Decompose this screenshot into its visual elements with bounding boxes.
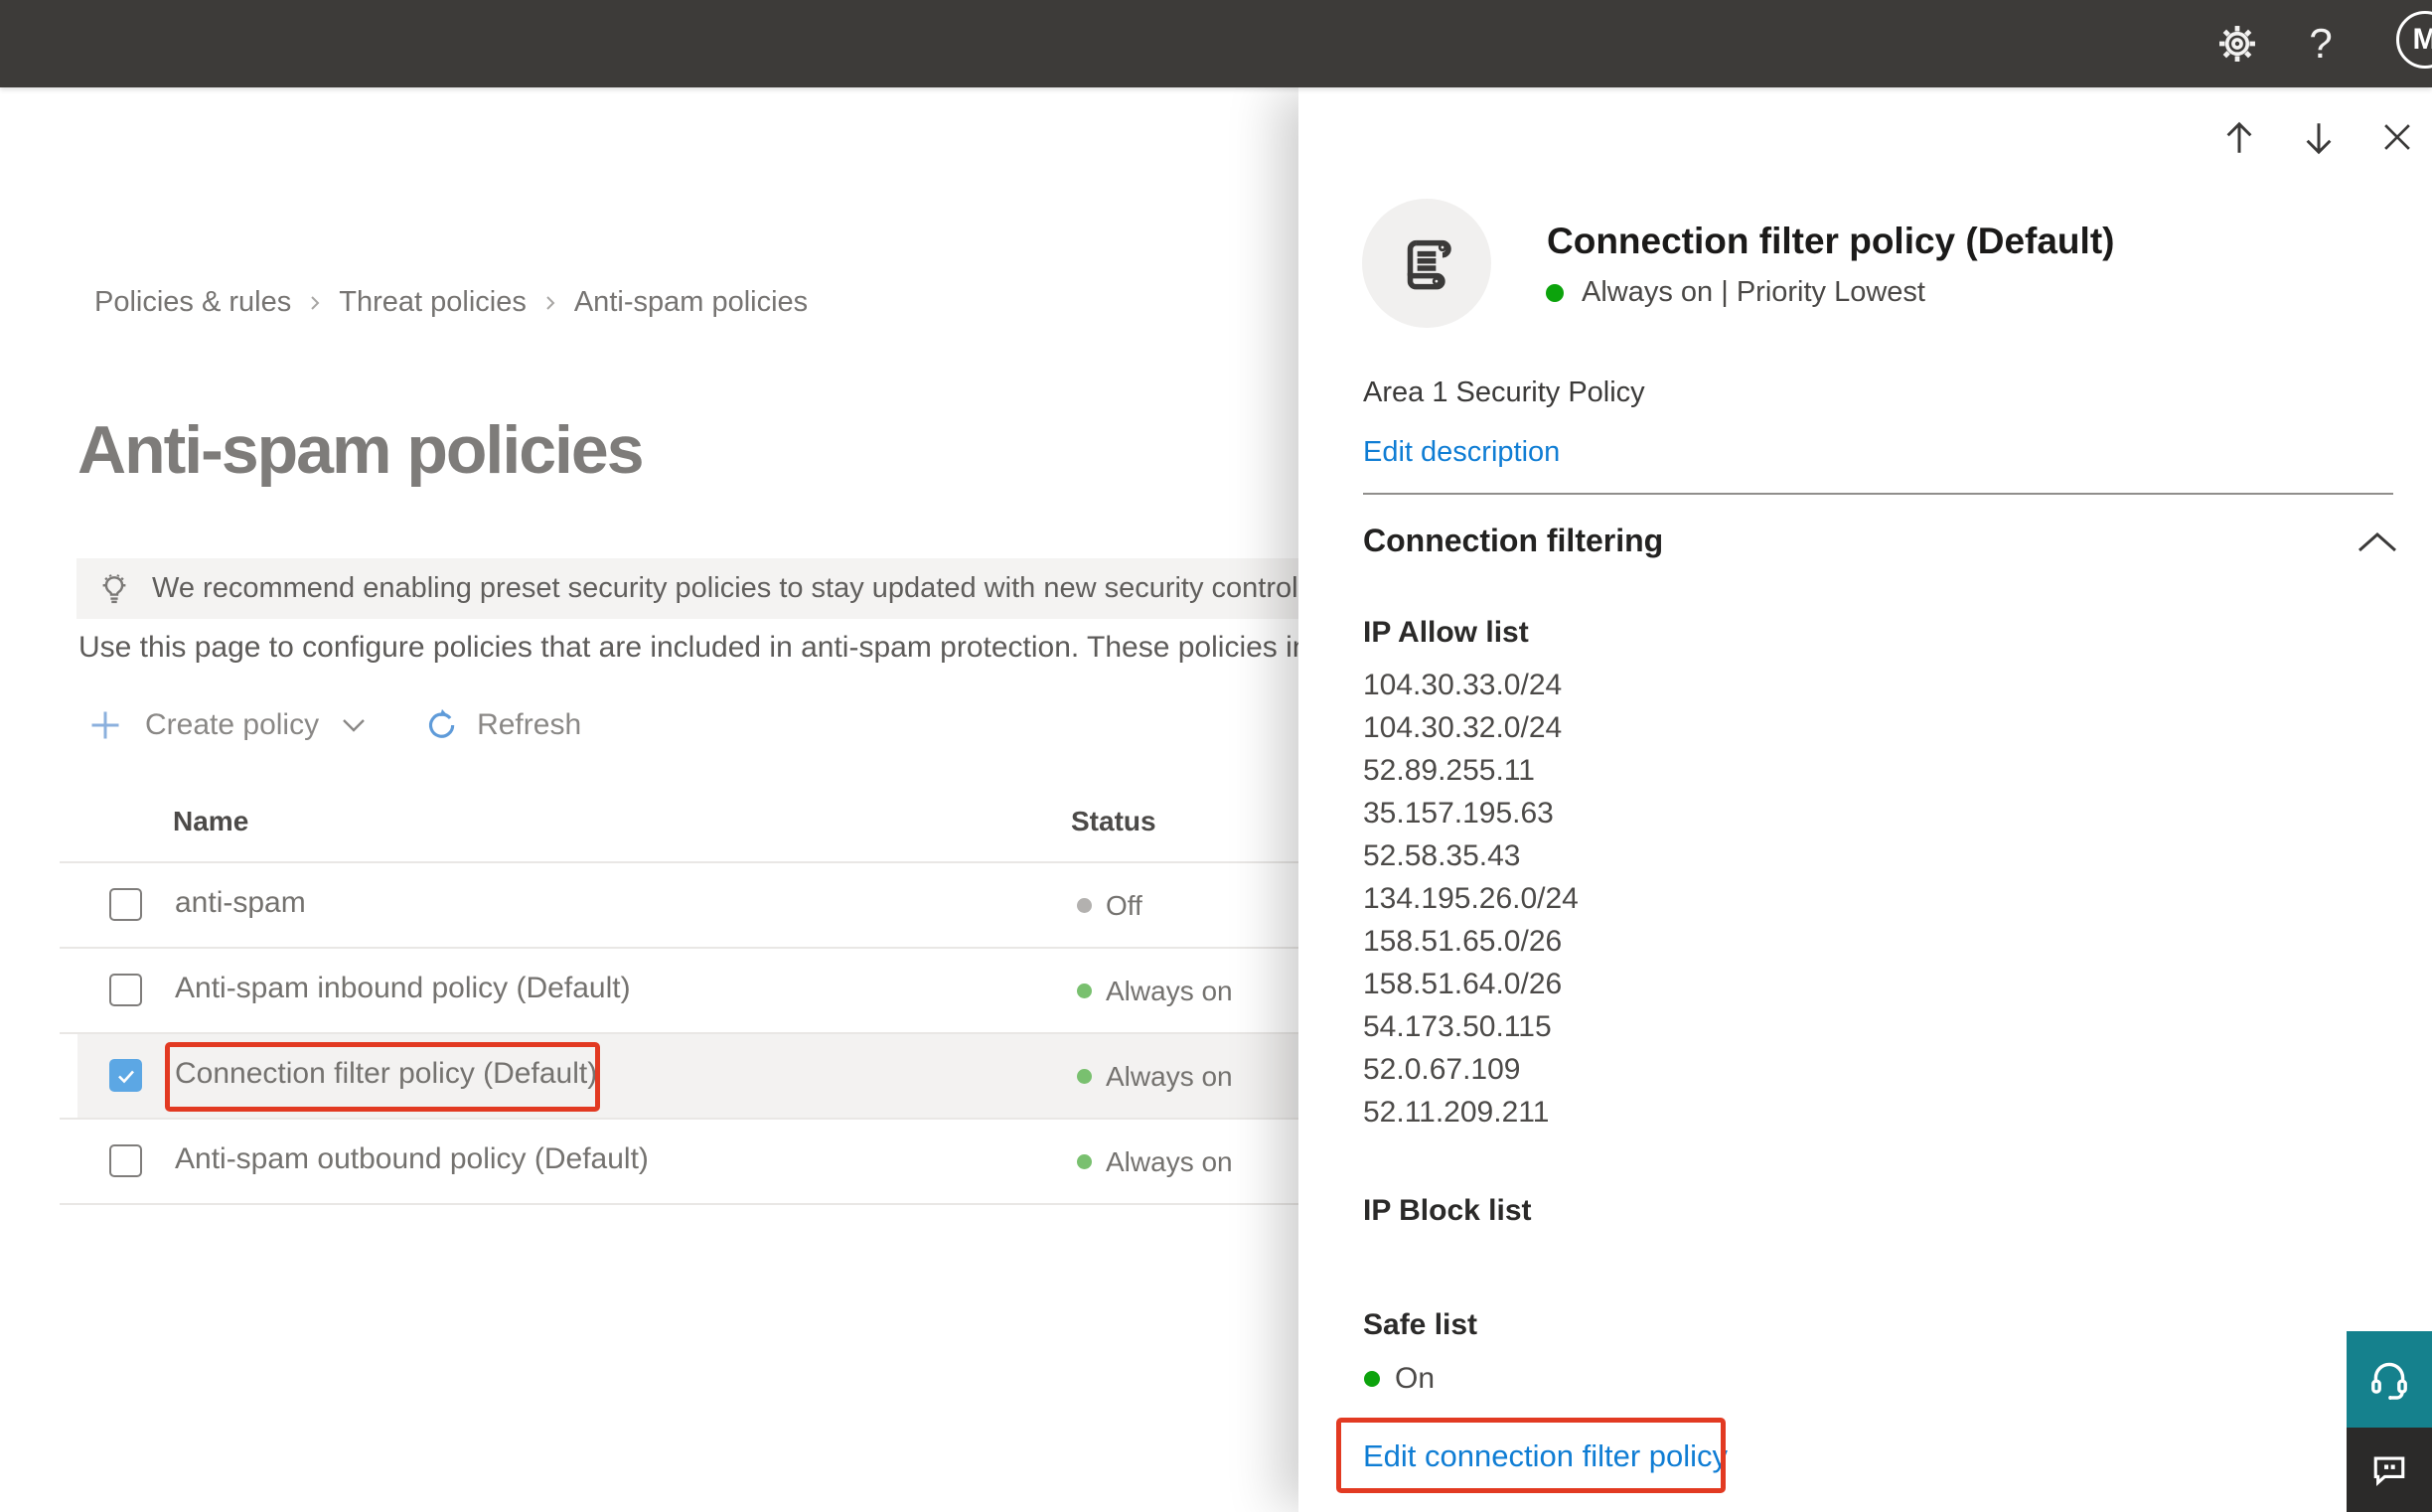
table-row[interactable]: Anti-spam inbound policy (Default) Alway… [0, 948, 1321, 1033]
ip-block-list-title: IP Block list [1363, 1194, 1532, 1227]
lightbulb-icon [96, 571, 132, 607]
refresh-label: Refresh [477, 708, 582, 741]
refresh-button[interactable]: Refresh [421, 706, 581, 744]
panel-status: Always on | Priority Lowest [1546, 276, 1925, 309]
status-dot-on [1546, 283, 1564, 302]
help-icon: ? [2309, 20, 2333, 67]
status-label: Always on [1106, 976, 1233, 1006]
arrow-up-icon [2218, 116, 2260, 158]
panel-title: Connection filter policy (Default) [1547, 221, 2115, 261]
policy-details-flyout: Connection filter policy (Default) Alway… [1298, 87, 2432, 1512]
policy-avatar [1362, 199, 1491, 328]
chevron-up-icon [2355, 529, 2400, 555]
column-header-status[interactable]: Status [1071, 806, 1156, 837]
row-checkbox[interactable] [109, 974, 142, 1006]
edit-description-link[interactable]: Edit description [1363, 436, 1560, 469]
ip-entry: 104.30.32.0/24 [1363, 711, 1563, 744]
section-divider [1363, 493, 2393, 495]
command-bar: Create policy Refresh [87, 697, 581, 753]
collapse-section-button[interactable] [2352, 523, 2403, 562]
status-dot-on [1077, 983, 1092, 998]
ip-entry: 158.51.65.0/26 [1363, 925, 1563, 958]
status-dot-off [1077, 898, 1092, 913]
settings-button[interactable] [2198, 0, 2277, 87]
ip-allow-list-title: IP Allow list [1363, 616, 1529, 649]
status-label: Always on [1106, 1061, 1233, 1092]
status-label: Always on [1106, 1146, 1233, 1177]
chevron-right-icon [307, 295, 323, 311]
gear-icon [2215, 22, 2259, 66]
table-row[interactable]: anti-spam Off [0, 862, 1321, 948]
close-panel-button[interactable] [2373, 113, 2421, 161]
chevron-down-icon [341, 717, 367, 733]
breadcrumb-policies-rules[interactable]: Policies & rules [94, 286, 291, 319]
plus-icon [87, 707, 123, 743]
create-policy-button[interactable]: Create policy [87, 707, 367, 743]
table-row[interactable]: Anti-spam outbound policy (Default) Alwa… [0, 1119, 1321, 1204]
speech-bubble-icon [2367, 1448, 2411, 1492]
panel-status-text: Always on | Priority Lowest [1582, 276, 1925, 308]
scroll-icon [1394, 230, 1459, 296]
support-button[interactable] [2347, 1331, 2432, 1428]
ip-entry: 158.51.64.0/26 [1363, 968, 1563, 1000]
policy-name-link[interactable]: anti-spam [175, 886, 306, 920]
check-icon [114, 1064, 138, 1088]
column-header-name[interactable]: Name [173, 806, 248, 837]
breadcrumb-anti-spam-policies[interactable]: Anti-spam policies [574, 286, 808, 319]
ip-allow-list: 104.30.33.0/24 104.30.32.0/24 52.89.255.… [1363, 664, 1579, 1134]
breadcrumb-threat-policies[interactable]: Threat policies [339, 286, 527, 319]
ip-entry: 52.89.255.11 [1363, 754, 1535, 787]
safe-list-status-text: On [1395, 1362, 1436, 1395]
breadcrumb: Policies & rules Threat policies Anti-sp… [94, 286, 808, 319]
safe-list-title: Safe list [1363, 1308, 1478, 1341]
ip-entry: 104.30.33.0/24 [1363, 669, 1563, 701]
headset-icon [2365, 1356, 2413, 1404]
page-description: Use this page to configure policies that… [78, 631, 1381, 664]
ip-entry: 134.195.26.0/24 [1363, 882, 1579, 915]
status-label: Off [1106, 890, 1142, 921]
feedback-button[interactable] [2347, 1428, 2432, 1512]
close-icon [2378, 118, 2416, 156]
arrow-down-icon [2298, 118, 2340, 160]
row-checkbox-checked[interactable] [109, 1059, 142, 1092]
page-title: Anti-spam policies [77, 412, 645, 488]
avatar[interactable]: M [2396, 11, 2432, 69]
row-checkbox[interactable] [109, 888, 142, 921]
policy-name-link[interactable]: Connection filter policy (Default) [175, 1057, 597, 1091]
decrease-priority-button[interactable] [2295, 115, 2343, 163]
increase-priority-button[interactable] [2215, 113, 2263, 161]
avatar-initial: M [2412, 23, 2432, 56]
ip-entry: 35.157.195.63 [1363, 797, 1554, 830]
ip-entry: 54.173.50.115 [1363, 1010, 1552, 1043]
ip-entry: 52.0.67.109 [1363, 1053, 1521, 1086]
status-dot-on [1077, 1069, 1092, 1084]
policy-description: Area 1 Security Policy [1363, 377, 1645, 408]
top-app-bar: ? M [0, 0, 2432, 87]
row-checkbox[interactable] [109, 1144, 142, 1177]
ip-entry: 52.58.35.43 [1363, 839, 1521, 872]
create-policy-label: Create policy [145, 708, 320, 741]
status-dot-on [1364, 1371, 1380, 1387]
ip-entry: 52.11.209.211 [1363, 1096, 1550, 1129]
chevron-right-icon [542, 295, 558, 311]
policy-name-link[interactable]: Anti-spam outbound policy (Default) [175, 1142, 649, 1176]
table-row-selected[interactable]: Connection filter policy (Default) Alway… [0, 1033, 1321, 1119]
safe-list-status: On [1364, 1362, 1435, 1396]
policy-name-link[interactable]: Anti-spam inbound policy (Default) [175, 972, 631, 1005]
status-dot-on [1077, 1154, 1092, 1169]
section-title-connection-filtering: Connection filtering [1363, 523, 1664, 558]
refresh-icon [421, 706, 459, 744]
edit-connection-filter-policy-link[interactable]: Edit connection filter policy [1363, 1438, 1728, 1474]
row-divider [60, 1203, 1321, 1205]
help-button[interactable]: ? [2281, 0, 2360, 87]
